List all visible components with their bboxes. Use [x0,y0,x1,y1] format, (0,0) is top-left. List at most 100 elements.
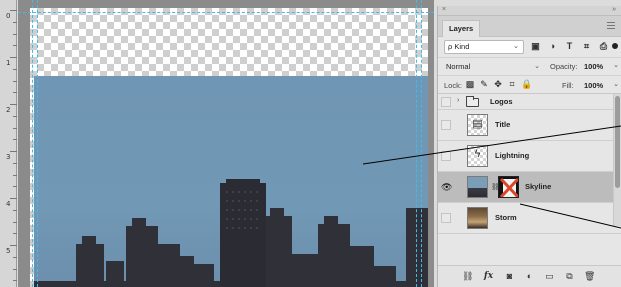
layer-thumbnail: ▤ [467,114,488,136]
fill-field[interactable]: 100% [584,81,603,90]
layer-name: Storm [495,213,517,222]
ruler-tick [10,10,17,11]
guide-line-top[interactable] [18,12,434,13]
lightning-bolt-icon: ϟ [474,148,481,160]
opacity-field[interactable]: 100% [584,62,603,71]
panel-tab-row: Layers [438,16,621,37]
lock-transparent-pixels-icon[interactable]: ▩ [465,79,475,90]
lock-position-icon[interactable]: ✥ [493,79,503,90]
layer-mask-thumbnail[interactable] [498,176,519,198]
ruler-tick [13,69,17,70]
layer-thumbnail [467,207,488,229]
layer-row-lightning[interactable]: ϟ Lightning [438,141,621,172]
ruler-label-1: 1 [6,59,11,67]
shape-filter-icon[interactable]: ⌗ [581,41,592,52]
ruler-tick [13,222,17,223]
layer-name: Lightning [495,151,530,160]
ruler-tick [10,151,17,152]
new-layer-icon[interactable]: ⧉ [564,271,575,282]
visibility-toggle[interactable] [441,96,451,107]
visibility-toggle[interactable]: 👁 [441,182,453,192]
lock-image-pixels-icon[interactable]: ✎ [479,79,489,90]
fx-icon[interactable]: fx [482,271,495,282]
ruler-tick [13,210,17,211]
type-filter-icon[interactable]: T [564,41,575,52]
guide-line-left-inner[interactable] [37,0,38,287]
fill-label: Fill: [562,81,574,90]
lock-artboard-icon[interactable]: ⌗ [507,79,517,90]
chevron-down-icon: ⌄ [534,63,540,70]
footer-icons: ⛓ fx ◙ ◐ ▭ ⧉ 🗑 [462,271,595,282]
ruler-tick [13,233,17,234]
ruler-tick [10,104,17,105]
layer-name: Skyline [525,182,552,191]
collapse-panel-icon[interactable]: » [612,6,616,13]
lock-icons: ▩ ✎ ✥ ⌗ 🔒 [465,79,532,90]
filter-kind-select[interactable]: ρ Kind ⌄ [444,40,524,54]
filter-toggle-icon[interactable] [612,43,618,49]
city-skyline-illustration [34,179,428,287]
layer-thumbnail [467,176,488,198]
tab-layers[interactable]: Layers [442,20,481,37]
lock-row: Lock: ▩ ✎ ✥ ⌗ 🔒 Fill: 100% ⌄ [438,75,621,94]
smart-object-filter-icon[interactable]: ⎙ [598,41,609,52]
ruler-label-5: 5 [6,247,11,255]
trash-icon[interactable]: 🗑 [584,271,595,282]
guide-line-right[interactable] [421,0,422,287]
blend-mode-select[interactable]: Normal ⌄ [444,61,544,74]
adjustment-layer-icon[interactable]: ◐ [524,271,535,282]
chevron-down-icon: ⌄ [513,43,519,50]
ruler-tick [10,57,17,58]
visibility-toggle[interactable] [441,213,451,223]
layer-row-storm[interactable]: Storm [438,203,621,234]
ruler-tick [13,81,17,82]
layer-thumbnail: ϟ [467,145,488,167]
folder-icon [466,96,479,107]
guide-line-left[interactable] [32,0,33,287]
vertical-ruler[interactable]: 0 1 2 3 4 5 [0,0,17,287]
ruler-tick [13,139,17,140]
ruler-tick [10,245,17,246]
document-canvas[interactable] [30,8,428,287]
image-filter-icon[interactable]: ▣ [530,41,541,52]
layer-row-title[interactable]: ▤ Title [438,110,621,141]
new-group-icon[interactable]: ▭ [544,271,555,282]
ruler-tick [13,128,17,129]
guide-line-right-inner[interactable] [416,0,417,287]
opacity-dropdown-icon[interactable]: ⌄ [613,61,619,69]
panel-title-bar[interactable]: × » [438,6,621,16]
visibility-toggle[interactable] [441,120,451,130]
opacity-label: Opacity: [550,62,578,71]
link-layers-icon[interactable]: ⛓ [462,271,473,282]
eye-icon: 👁 [441,182,453,192]
ruler-label-0: 0 [6,12,11,20]
ruler-tick [13,22,17,23]
layers-scrollbar[interactable] [613,94,621,226]
layer-name: Logos [490,96,513,106]
close-panel-icon[interactable]: × [442,6,446,13]
visibility-toggle[interactable] [441,151,451,161]
layer-name: Title [495,120,511,129]
chevron-right-icon[interactable]: › [457,97,459,104]
layers-list: › Logos ▤ Title ϟ Lightning 👁 ⛓ Skyline … [438,94,621,234]
ruler-label-2: 2 [6,106,11,114]
layer-row-logos[interactable]: › Logos [438,94,621,110]
canvas-area[interactable] [18,0,434,287]
blend-mode-value: Normal [446,62,471,71]
adjustment-filter-icon[interactable]: ◑ [547,41,558,52]
ruler-tick [13,45,17,46]
lock-all-icon[interactable]: 🔒 [521,79,532,90]
lock-label: Lock: [444,81,462,90]
skyline-layer-image[interactable] [34,76,428,287]
filter-kind-label: ρ Kind [448,42,470,51]
add-mask-icon[interactable]: ◙ [504,271,515,282]
scrollbar-thumb[interactable] [615,96,620,188]
ruler-tick [13,280,17,281]
fill-dropdown-icon[interactable]: ⌄ [613,80,619,88]
panel-menu-icon[interactable] [607,22,615,29]
layer-filter-row: ρ Kind ⌄ ▣ ◑ T ⌗ ⎙ [438,37,621,57]
layer-row-skyline[interactable]: 👁 ⛓ Skyline [438,172,621,203]
ruler-label-4: 4 [6,200,11,208]
ruler-tick [13,34,17,35]
mask-disabled-icon [499,177,518,197]
